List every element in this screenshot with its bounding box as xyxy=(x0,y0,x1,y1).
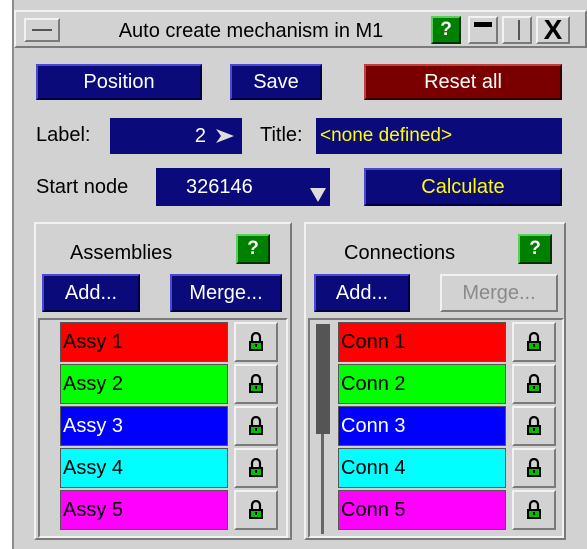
window-menu-button[interactable] xyxy=(24,18,60,42)
menu-dash-icon xyxy=(32,29,52,31)
title-caption: Title: xyxy=(260,124,303,146)
connections-items: Conn 1 Conn 2 Conn 3 Conn 4 Conn 5 xyxy=(338,322,562,534)
connection-item[interactable]: Conn 2 xyxy=(338,364,506,404)
start-node-field[interactable]: 326146 xyxy=(156,168,330,206)
assembly-item-label: Assy 3 xyxy=(63,414,124,437)
connection-item-label: Conn 4 xyxy=(341,456,406,479)
connection-item-label: Conn 1 xyxy=(341,330,406,353)
connection-lock-button[interactable] xyxy=(512,406,556,446)
padlock-icon xyxy=(249,332,263,351)
dropdown-arrow-icon xyxy=(310,188,326,202)
connection-item[interactable]: Conn 1 xyxy=(338,322,506,362)
assembly-lock-button[interactable] xyxy=(234,490,278,530)
padlock-icon xyxy=(527,374,541,393)
padlock-icon xyxy=(249,458,263,477)
assembly-item[interactable]: Assy 2 xyxy=(60,364,228,404)
connection-item[interactable]: Conn 3 xyxy=(338,406,506,446)
label-caption: Label: xyxy=(36,124,91,146)
connections-scroll-track xyxy=(321,434,324,534)
padlock-icon xyxy=(527,458,541,477)
position-button[interactable]: Position xyxy=(36,64,202,100)
connection-lock-button[interactable] xyxy=(512,490,556,530)
title-field[interactable]: <none defined> xyxy=(316,118,562,154)
start-node-value: 326146 xyxy=(186,175,253,198)
connection-item[interactable]: Conn 5 xyxy=(338,490,506,530)
assembly-lock-button[interactable] xyxy=(234,406,278,446)
connection-lock-button[interactable] xyxy=(512,364,556,404)
assembly-lock-button[interactable] xyxy=(234,364,278,404)
assembly-item-label: Assy 4 xyxy=(63,456,124,479)
assemblies-add-button[interactable]: Add... xyxy=(42,274,140,312)
assembly-item-label: Assy 1 xyxy=(63,330,124,353)
calculate-label: Calculate xyxy=(421,175,505,198)
padlock-icon xyxy=(527,332,541,351)
connections-panel: Connections ? Add... Merge... Conn 1 Conn… xyxy=(304,222,566,540)
connections-heading: Connections xyxy=(344,242,456,264)
window-title: Auto create mechanism in M1 xyxy=(118,19,384,42)
connections-scrollbar[interactable] xyxy=(316,324,330,434)
assemblies-items: Assy 1 Assy 2 Assy 3 Assy 4 Assy 5 xyxy=(60,322,284,534)
dialog-window: Auto create mechanism in M1 ? X Position… xyxy=(12,0,587,549)
title-bar[interactable]: Auto create mechanism in M1 ? X xyxy=(14,10,587,48)
assembly-item-label: Assy 2 xyxy=(63,372,124,395)
assemblies-heading: Assemblies xyxy=(70,242,173,264)
padlock-icon xyxy=(527,500,541,519)
close-button[interactable]: X xyxy=(536,16,570,44)
connections-help-button[interactable]: ? xyxy=(518,234,552,264)
assembly-lock-button[interactable] xyxy=(234,322,278,362)
minimize-icon xyxy=(474,22,492,27)
assembly-item[interactable]: Assy 3 xyxy=(60,406,228,446)
title-value: <none defined> xyxy=(320,125,453,146)
assembly-item[interactable]: Assy 1 xyxy=(60,322,228,362)
arrow-right-icon xyxy=(216,129,234,143)
padlock-icon xyxy=(249,500,263,519)
assemblies-help-button[interactable]: ? xyxy=(236,234,270,264)
label-value: 2 xyxy=(194,124,206,147)
assembly-item-label: Assy 5 xyxy=(63,498,124,521)
connection-item[interactable]: Conn 4 xyxy=(338,448,506,488)
connection-item-label: Conn 3 xyxy=(341,414,406,437)
maximize-button[interactable] xyxy=(502,16,532,44)
assemblies-list: Assy 1 Assy 2 Assy 3 Assy 4 Assy 5 xyxy=(38,318,288,538)
assembly-item[interactable]: Assy 4 xyxy=(60,448,228,488)
assemblies-panel: Assemblies ? Add... Merge... Assy 1 Assy … xyxy=(34,222,292,540)
connection-item-label: Conn 2 xyxy=(341,372,406,395)
connections-add-button[interactable]: Add... xyxy=(314,274,410,312)
padlock-icon xyxy=(527,416,541,435)
assemblies-merge-button[interactable]: Merge... xyxy=(170,274,282,312)
connections-merge-button: Merge... xyxy=(440,274,558,312)
label-value-field[interactable]: 2 xyxy=(110,118,242,154)
minimize-button[interactable] xyxy=(468,16,498,44)
connections-list: Conn 1 Conn 2 Conn 3 Conn 4 Conn 5 xyxy=(308,318,564,538)
close-icon: X xyxy=(543,14,563,45)
maximize-icon xyxy=(518,20,520,40)
connection-lock-button[interactable] xyxy=(512,448,556,488)
assembly-lock-button[interactable] xyxy=(234,448,278,488)
assembly-item[interactable]: Assy 5 xyxy=(60,490,228,530)
padlock-icon xyxy=(249,374,263,393)
calculate-button[interactable]: Calculate xyxy=(364,168,562,206)
padlock-icon xyxy=(249,416,263,435)
title-help-button[interactable]: ? xyxy=(431,16,461,44)
reset-all-button[interactable]: Reset all xyxy=(364,64,562,100)
connection-lock-button[interactable] xyxy=(512,322,556,362)
connection-item-label: Conn 5 xyxy=(341,498,406,521)
start-node-caption: Start node xyxy=(36,176,129,198)
save-button[interactable]: Save xyxy=(230,64,322,100)
